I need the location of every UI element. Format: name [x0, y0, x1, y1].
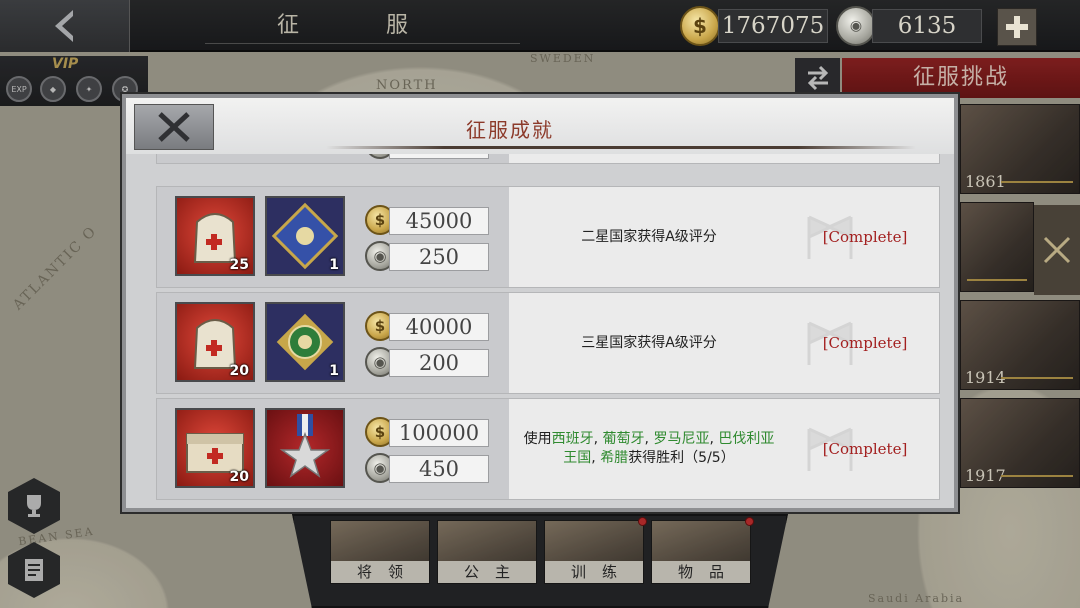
achievement-row: 25 1 $ 45000 ◉ 250 二星国家获得A级评分 [Complete] [156, 186, 940, 288]
silver-reward-amount: 450 [389, 455, 489, 483]
achievement-row: 30 1 ◉ [156, 154, 940, 164]
achievement-description: 使用西班牙, 葡萄牙, 罗马尼亚, 巴伐利亚王国, 希腊获得胜利（5/5） [509, 399, 789, 499]
silver-reward-amount: 200 [389, 349, 489, 377]
add-currency-button[interactable] [997, 8, 1037, 46]
status-complete: [Complete] [822, 440, 908, 458]
country-name: 罗马尼亚 [653, 431, 710, 447]
reward-count: 20 [229, 363, 249, 379]
plus-icon [1006, 16, 1028, 38]
title-divider [326, 146, 916, 149]
silver-reward-amount: 250 [389, 243, 489, 271]
conquest-achievements-dialog: 征服成就 30 1 ◉ [122, 94, 958, 512]
reward-count: 1 [329, 363, 339, 379]
dialog-header: 征服成就 [126, 98, 954, 154]
achievement-description: 三星国家获得A级评分 [581, 334, 717, 351]
back-arrow-icon [54, 10, 73, 42]
desc-text: 使用 [523, 431, 552, 447]
reward-count: 20 [229, 469, 249, 485]
gold-coin-icon: $ [680, 6, 720, 46]
status-complete: [Complete] [822, 228, 908, 246]
medkit-bag-icon[interactable]: 25 [175, 196, 255, 276]
status-complete: [Complete] [822, 334, 908, 352]
gold-reward-amount: 45000 [389, 207, 489, 235]
silver-amount: 6135 [872, 9, 982, 43]
green-medal-icon[interactable]: 1 [265, 302, 345, 382]
close-button[interactable] [134, 104, 214, 150]
back-button[interactable] [0, 0, 130, 52]
desc-separator: , [593, 431, 603, 447]
desc-text: 获得胜利（5/5） [628, 450, 735, 466]
achievement-list[interactable]: 30 1 ◉ 25 [126, 154, 954, 508]
close-icon [158, 112, 190, 142]
achievement-description: 二星国家获得A级评分 [581, 228, 717, 245]
silver-reward-amount [389, 154, 489, 159]
country-name: 葡萄牙 [602, 431, 645, 447]
gold-amount: 1767075 [718, 9, 828, 43]
reward-count: 1 [329, 257, 339, 273]
reward-count: 25 [229, 257, 249, 273]
top-bar: 征 服 $ 1767075 ◉ 6135 [0, 0, 1080, 52]
silver-medal-icon: ◉ [836, 6, 876, 46]
country-name: 希腊 [600, 450, 629, 466]
medkit-box-icon[interactable]: 20 [175, 408, 255, 488]
country-name: 西班牙 [551, 431, 594, 447]
gold-reward-amount: 100000 [389, 419, 489, 447]
gold-reward-amount: 40000 [389, 313, 489, 341]
desc-separator: , [591, 450, 601, 466]
medkit-bag-icon[interactable]: 20 [175, 302, 255, 382]
dialog-title: 征服成就 [466, 118, 554, 142]
page-title: 征 服 [205, 8, 520, 44]
achievement-row: 20 1 $ 40000 ◉ 200 三星国家获得A级评分 [Complete] [156, 292, 940, 394]
silver-star-medal-icon[interactable] [265, 408, 345, 488]
achievement-row: 20 $ 100000 ◉ 450 使用西班牙, 葡萄牙, 罗马尼亚, 巴伐利亚… [156, 398, 940, 500]
blue-medal-icon[interactable]: 1 [265, 196, 345, 276]
